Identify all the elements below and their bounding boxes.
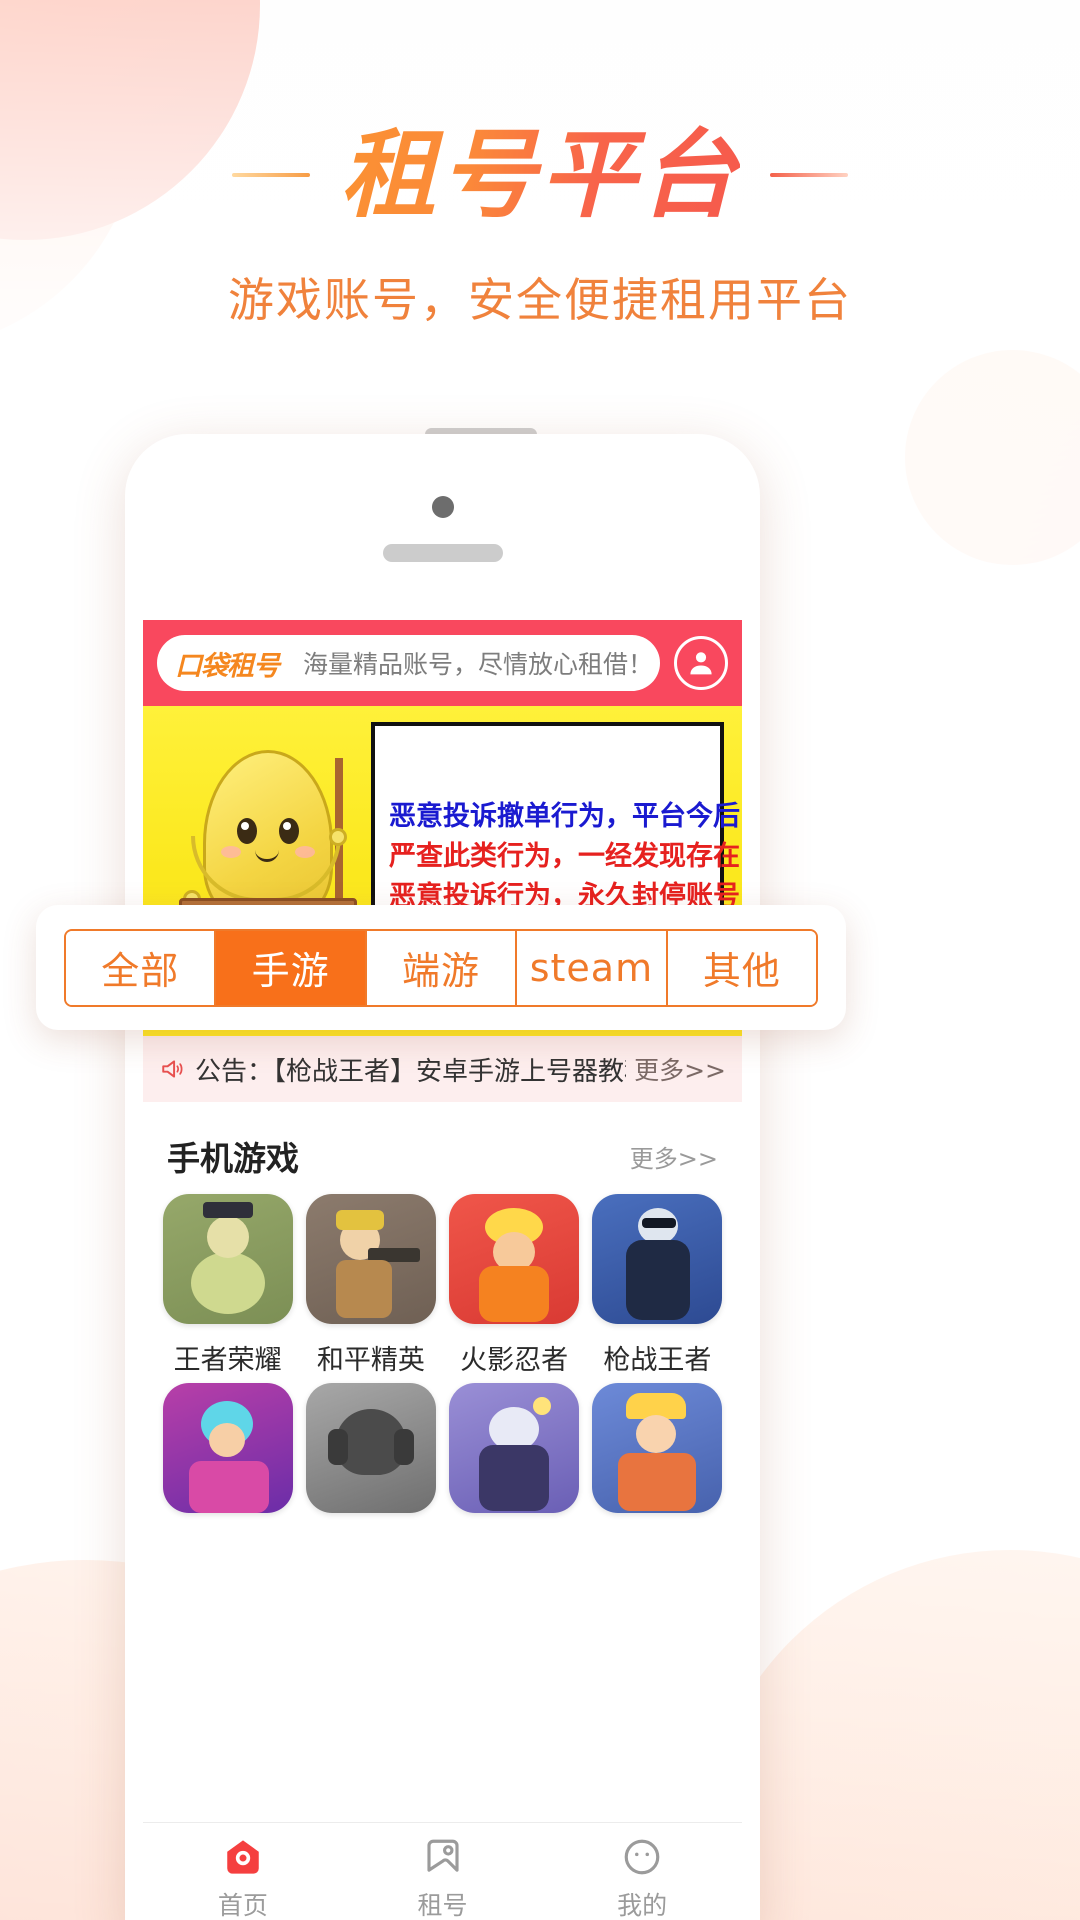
game-item-5[interactable] bbox=[302, 1383, 439, 1527]
category-tab-pc[interactable]: 端游 bbox=[366, 930, 518, 1005]
mobile-games-section-header: 手机游戏 更多>> bbox=[143, 1102, 742, 1194]
game-thumbnail bbox=[449, 1383, 580, 1513]
game-item-0[interactable]: 王者荣耀 bbox=[159, 1194, 296, 1377]
game-label: 王者荣耀 bbox=[173, 1345, 282, 1376]
hero-subtitle: 游戏账号，安全便捷租用平台 bbox=[228, 273, 852, 328]
user-avatar-icon[interactable] bbox=[674, 636, 728, 690]
mascot-knob-right bbox=[329, 828, 347, 846]
user-circle-icon bbox=[621, 1836, 663, 1878]
game-item-1[interactable]: 和平精英 bbox=[302, 1194, 439, 1377]
game-label: 和平精英 bbox=[316, 1345, 425, 1376]
announcement-more-link[interactable]: 更多>> bbox=[634, 1051, 726, 1087]
announcement-bar[interactable]: 公告：【枪战王者】安卓手游上号器教程 更多>> bbox=[143, 1036, 742, 1102]
bottom-tab-bar: 首页 租号 我的 bbox=[143, 1822, 742, 1920]
game-item-3[interactable]: 枪战王者 bbox=[589, 1194, 726, 1377]
category-tabs: 全部 手游 端游 steam 其他 bbox=[64, 928, 818, 1007]
game-thumbnail bbox=[162, 1383, 293, 1513]
decorative-line-left bbox=[232, 173, 310, 178]
banner-notice-line-1: 恶意投诉撤单行为，平台今后 bbox=[389, 800, 740, 832]
home-tag-icon bbox=[222, 1836, 264, 1878]
game-thumbnail bbox=[305, 1383, 436, 1513]
decorative-line-right bbox=[770, 173, 848, 178]
search-input[interactable]: 海量精品账号，尽情放心租借！ bbox=[303, 645, 653, 681]
category-tab-other[interactable]: 其他 bbox=[667, 930, 816, 1005]
section-more-link[interactable]: 更多>> bbox=[630, 1139, 718, 1174]
bookmark-image-icon bbox=[422, 1836, 464, 1878]
category-tab-steam[interactable]: steam bbox=[517, 930, 668, 1005]
phone-mockup: 口袋租号 海量精品账号，尽情放心租借！ 警 bbox=[125, 434, 760, 1920]
tab-mine[interactable]: 我的 bbox=[542, 1836, 742, 1920]
game-item-7[interactable] bbox=[589, 1383, 726, 1527]
section-title: 手机游戏 bbox=[167, 1139, 299, 1178]
horn-icon bbox=[162, 1060, 183, 1078]
search-bar[interactable]: 口袋租号 海量精品账号，尽情放心租借！ bbox=[157, 635, 660, 691]
tab-mine-label: 我的 bbox=[617, 1890, 668, 1920]
category-tab-all[interactable]: 全部 bbox=[66, 930, 217, 1005]
tab-home-label: 首页 bbox=[217, 1890, 268, 1920]
game-thumbnail bbox=[449, 1194, 580, 1324]
game-thumbnail bbox=[162, 1194, 293, 1324]
game-thumbnail bbox=[305, 1194, 436, 1324]
banner-notice-line-2: 严查此类行为，一经发现存在 bbox=[389, 840, 740, 872]
game-label: 火影忍者 bbox=[460, 1345, 569, 1376]
category-tabs-card: 全部 手游 端游 steam 其他 bbox=[36, 905, 846, 1030]
game-grid: 王者荣耀 和平精英 火影忍者 枪战王者 bbox=[143, 1194, 742, 1527]
tab-rent-label: 租号 bbox=[417, 1890, 468, 1920]
game-label: 枪战王者 bbox=[603, 1345, 712, 1376]
game-item-2[interactable]: 火影忍者 bbox=[446, 1194, 583, 1377]
announcement-text: 公告：【枪战王者】安卓手游上号器教程 bbox=[195, 1056, 627, 1087]
phone-screen: 口袋租号 海量精品账号，尽情放心租借！ 警 bbox=[143, 620, 742, 1920]
phone-camera bbox=[431, 496, 454, 518]
page-title: 租号平台 bbox=[340, 119, 740, 231]
tab-home[interactable]: 首页 bbox=[143, 1836, 343, 1920]
phone-speaker bbox=[382, 544, 503, 562]
app-header: 口袋租号 海量精品账号，尽情放心租借！ bbox=[143, 620, 742, 706]
category-tab-mobile[interactable]: 手游 bbox=[216, 930, 367, 1005]
game-thumbnail bbox=[592, 1194, 723, 1324]
game-item-4[interactable] bbox=[159, 1383, 296, 1527]
brand-logo: 口袋租号 bbox=[175, 650, 280, 682]
game-item-6[interactable] bbox=[446, 1383, 583, 1527]
game-thumbnail bbox=[592, 1383, 723, 1513]
hero-title-row: 租号平台 bbox=[0, 120, 1080, 230]
hero-section: 租号平台 游戏账号，安全便捷租用平台 bbox=[0, 120, 1080, 330]
tab-rent[interactable]: 租号 bbox=[343, 1836, 543, 1920]
